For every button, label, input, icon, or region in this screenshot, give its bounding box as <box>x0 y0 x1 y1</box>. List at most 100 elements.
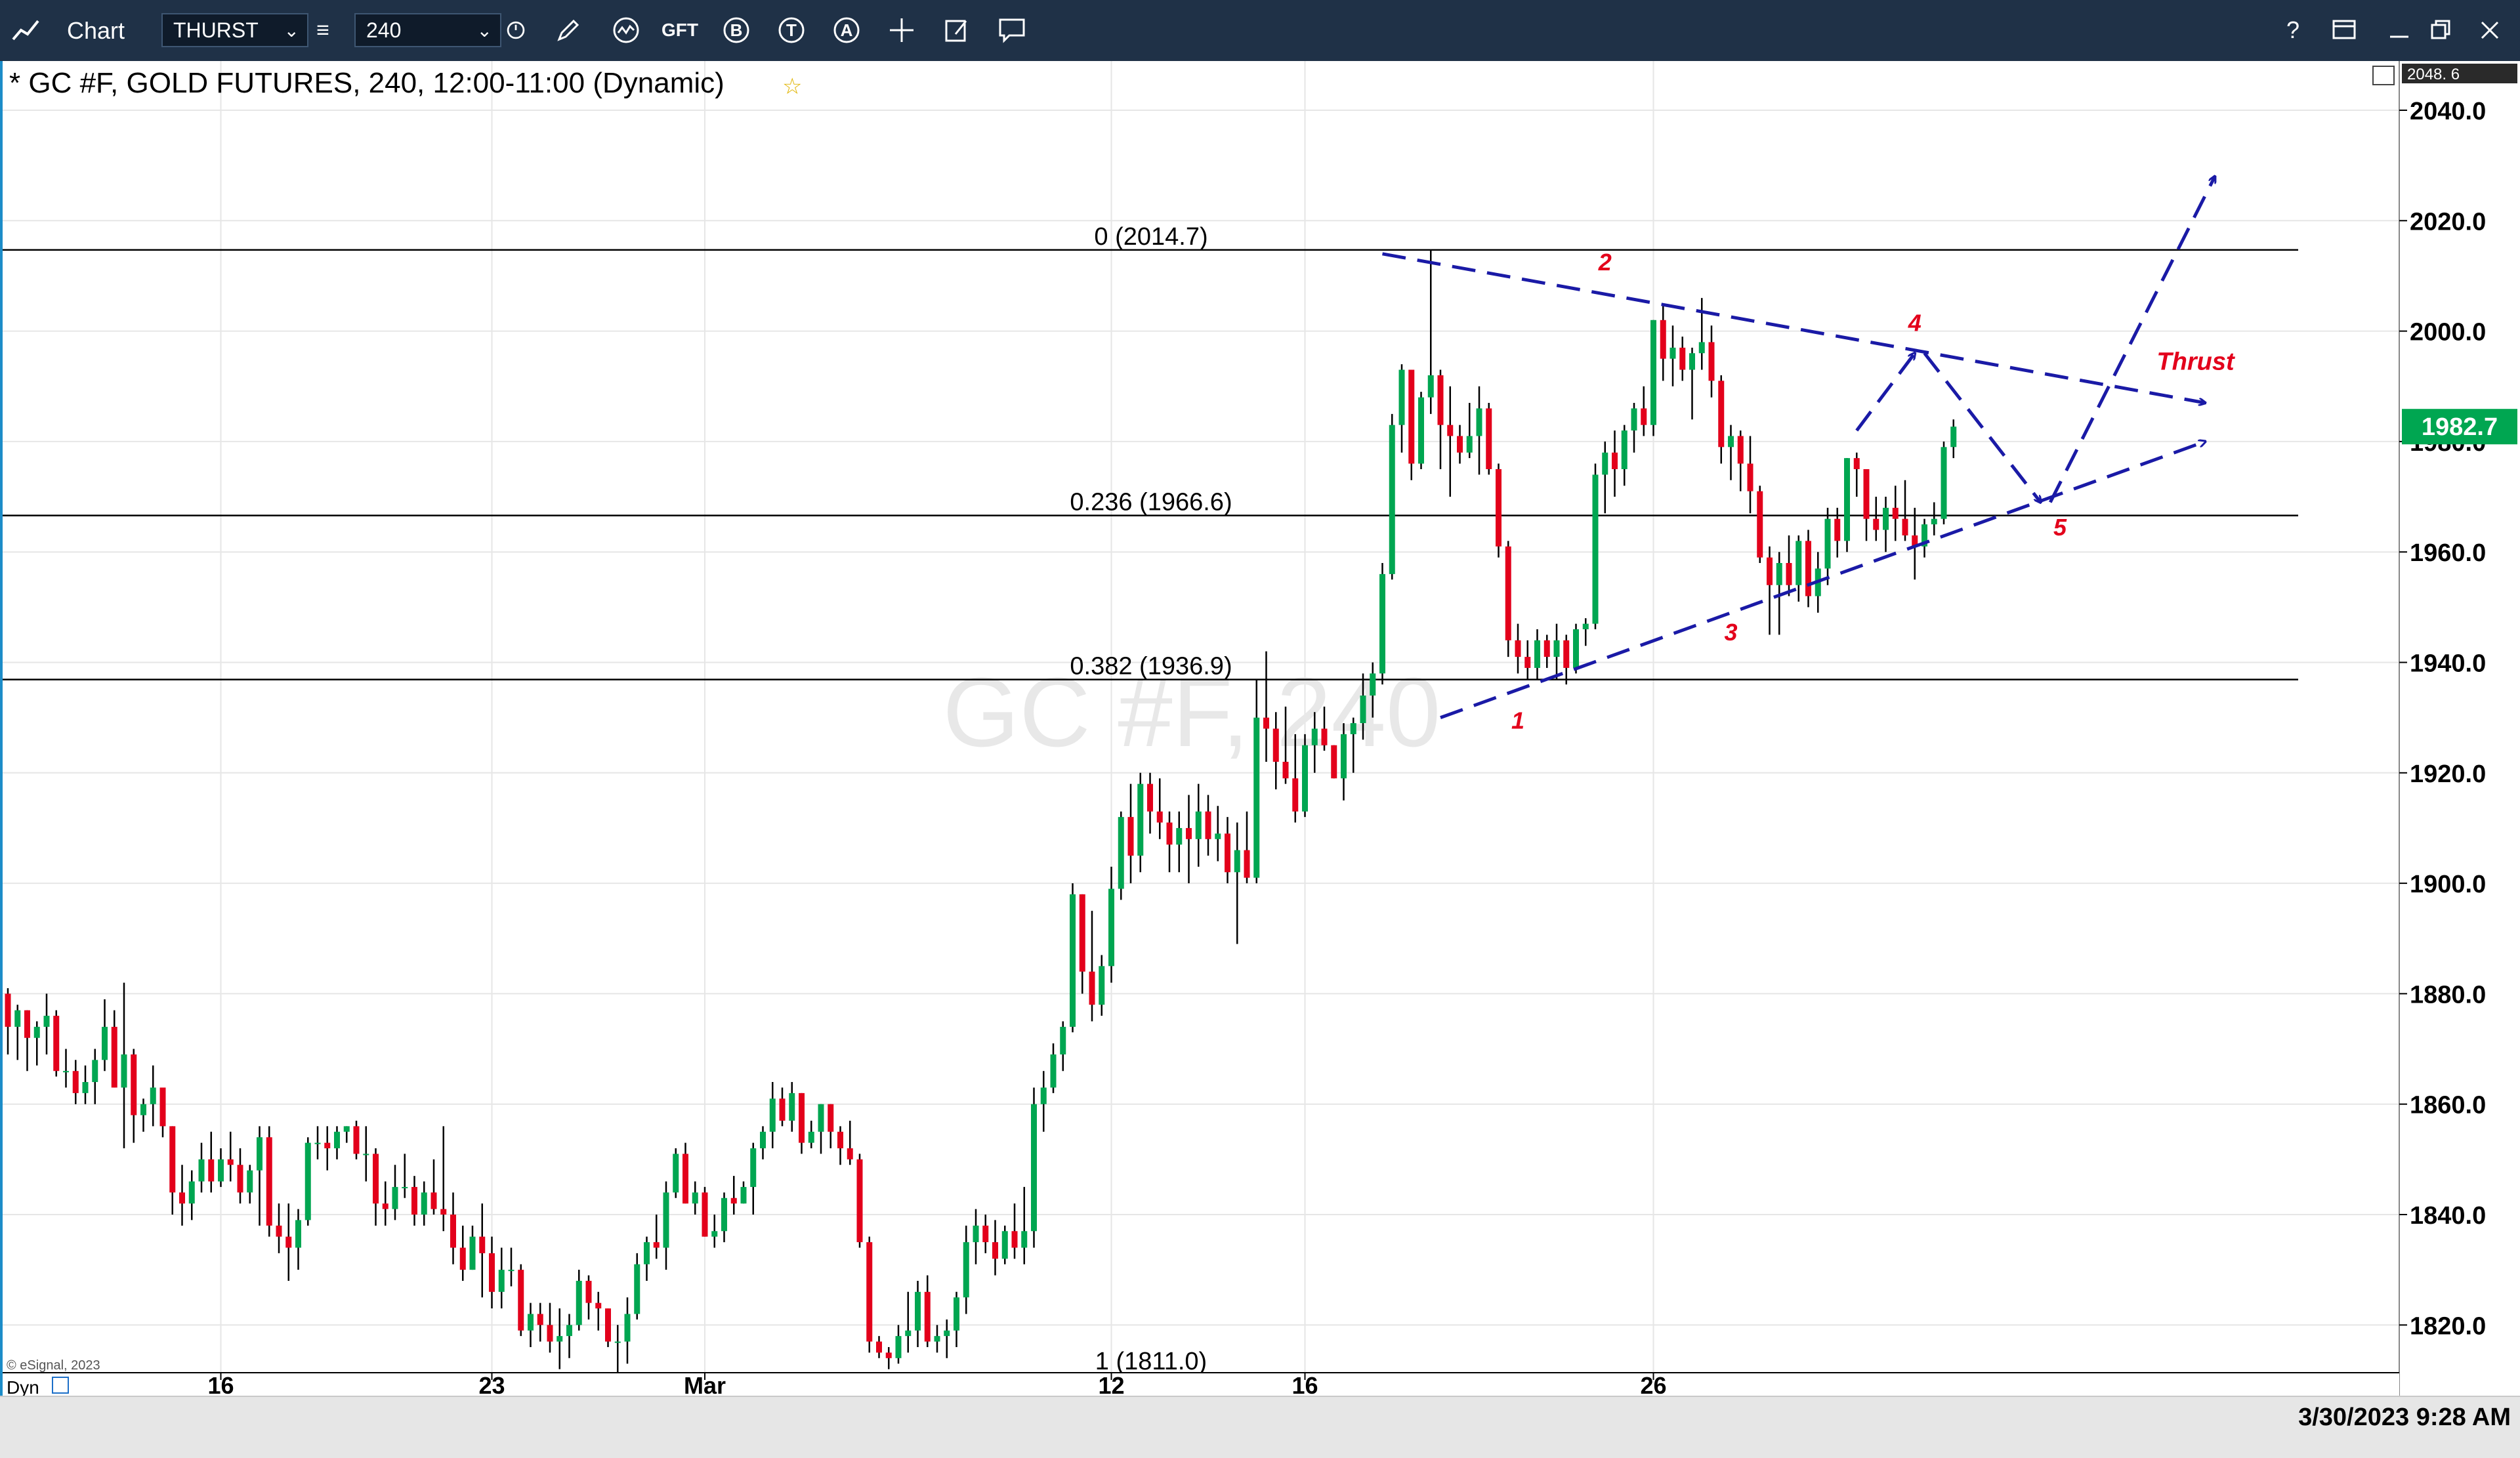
comment-icon[interactable] <box>992 10 1032 50</box>
candle-body <box>1205 811 1211 839</box>
candle-body <box>566 1325 572 1337</box>
fib-level-label: 0.236 (1966.6) <box>1070 489 1232 516</box>
interval-input[interactable]: 240 ⌄ <box>354 13 501 47</box>
candle-body <box>353 1126 360 1154</box>
candle-body <box>760 1131 766 1149</box>
symbol-dropdown-chevron-icon[interactable]: ⌄ <box>284 20 299 41</box>
wave-label: Thrust <box>2156 348 2235 376</box>
candle-body <box>179 1192 185 1204</box>
y-axis-panel[interactable] <box>2399 61 2520 1396</box>
pencil-draw-icon[interactable] <box>549 10 588 50</box>
candle-body <box>111 1026 117 1088</box>
candle-body <box>1486 408 1492 469</box>
t-tool-glyph: T <box>786 20 797 40</box>
candle-body <box>33 1026 40 1038</box>
window-settings-icon[interactable] <box>2324 10 2364 50</box>
axis-scale-toggle-icon[interactable] <box>2372 66 2395 85</box>
candle-body <box>1127 817 1134 856</box>
candle-body <box>1466 436 1473 453</box>
candle-body <box>905 1330 912 1337</box>
candle-body <box>1582 623 1589 630</box>
close-icon[interactable] <box>2470 10 2510 50</box>
candle-body <box>459 1247 466 1270</box>
candle-body <box>295 1220 301 1248</box>
candle-body <box>1215 833 1221 839</box>
candle-body <box>1108 888 1114 967</box>
candle-body <box>92 1060 98 1083</box>
candle-body <box>1844 458 1850 541</box>
candle-body <box>1457 436 1463 453</box>
candle-body <box>1408 369 1415 464</box>
candle-body <box>915 1291 921 1331</box>
candle-body <box>150 1087 156 1104</box>
candle-body <box>1272 728 1279 762</box>
candle-body <box>944 1330 950 1337</box>
x-tick-label: Mar <box>684 1372 726 1396</box>
get-tool-icon[interactable]: GFT <box>660 10 700 50</box>
pattern-trend-line[interactable] <box>2049 177 2215 503</box>
candle-body <box>285 1236 292 1248</box>
dynamic-star-icon[interactable]: ☆ <box>782 74 802 99</box>
candle-body <box>1476 408 1482 436</box>
candle-body <box>1282 761 1289 779</box>
candle-body <box>1244 850 1250 878</box>
last-price-label: 1982.7 <box>2422 413 2498 441</box>
pattern-trend-line[interactable] <box>1855 353 1915 432</box>
study-wave-icon[interactable] <box>606 10 646 50</box>
fib-level-label: 0 (2014.7) <box>1094 223 1208 251</box>
candle-body <box>1263 717 1269 729</box>
candle-body <box>537 1314 543 1325</box>
candle-body <box>779 1098 786 1121</box>
candle-body <box>1544 640 1550 657</box>
candle-body <box>1573 629 1579 668</box>
candle-body <box>1515 640 1521 657</box>
t-tool-icon[interactable]: T <box>772 10 811 50</box>
candle-body <box>1011 1231 1018 1248</box>
restore-icon[interactable] <box>2422 10 2461 50</box>
candle-body <box>1873 518 1880 530</box>
candle-body <box>1496 469 1502 547</box>
a-tool-icon[interactable]: A <box>827 10 866 50</box>
symbol-input[interactable]: THURST ⌄ <box>161 13 308 47</box>
candle-body <box>508 1270 514 1272</box>
candle-body <box>1660 320 1666 359</box>
candle-body <box>1786 563 1792 585</box>
candle-body <box>218 1159 224 1182</box>
candle-body <box>963 1242 969 1298</box>
interval-dropdown-chevron-icon[interactable]: ⌄ <box>477 20 492 41</box>
candle-body <box>1689 353 1695 370</box>
dyn-label: Dyn <box>7 1377 39 1396</box>
chart-title: * GC #F, GOLD FUTURES, 240, 12:00-11:00 … <box>9 67 724 99</box>
candle-body <box>595 1302 602 1309</box>
candle-body <box>131 1054 137 1115</box>
x-tick-label: 26 <box>1640 1372 1666 1396</box>
candle-body <box>750 1148 757 1187</box>
pattern-trend-line[interactable] <box>1440 442 2205 720</box>
pattern-trend-line[interactable] <box>1382 252 2206 403</box>
chart-window-icon[interactable] <box>7 10 46 50</box>
candle-body <box>982 1225 989 1243</box>
a-tool-glyph: A <box>840 20 853 40</box>
candle-body <box>198 1159 205 1182</box>
minimize-icon[interactable] <box>2380 10 2419 50</box>
b-tool-icon[interactable]: B <box>717 10 756 50</box>
crosshair-tool-icon[interactable] <box>882 10 921 50</box>
chart-area[interactable]: GC #F, 240 0 (2014.7) 0.236 (1966.6) 0.382… <box>0 61 2520 1396</box>
symbol-menu-icon[interactable]: ≡ <box>308 10 337 50</box>
candle-body <box>1534 640 1540 668</box>
edit-note-icon[interactable] <box>937 10 976 50</box>
help-icon[interactable]: ? <box>2273 10 2313 50</box>
candle-body <box>1950 427 1957 448</box>
price-chart[interactable]: GC #F, 240 0 (2014.7)0.236 (1966.6)0.382… <box>3 61 2520 1396</box>
candle-body <box>102 1026 108 1060</box>
interval-clock-icon[interactable] <box>501 10 530 50</box>
fib-level-label: 1 (1811.0) <box>1095 1348 1207 1375</box>
candle-body <box>208 1159 215 1182</box>
candle-body <box>14 1010 21 1027</box>
candle-body <box>1437 375 1444 425</box>
candle-body <box>363 1154 369 1156</box>
x-tick-label: 16 <box>1292 1372 1318 1396</box>
x-axis-panel[interactable] <box>3 1373 2399 1396</box>
candle-body <box>934 1336 940 1342</box>
candle-body <box>818 1104 824 1132</box>
